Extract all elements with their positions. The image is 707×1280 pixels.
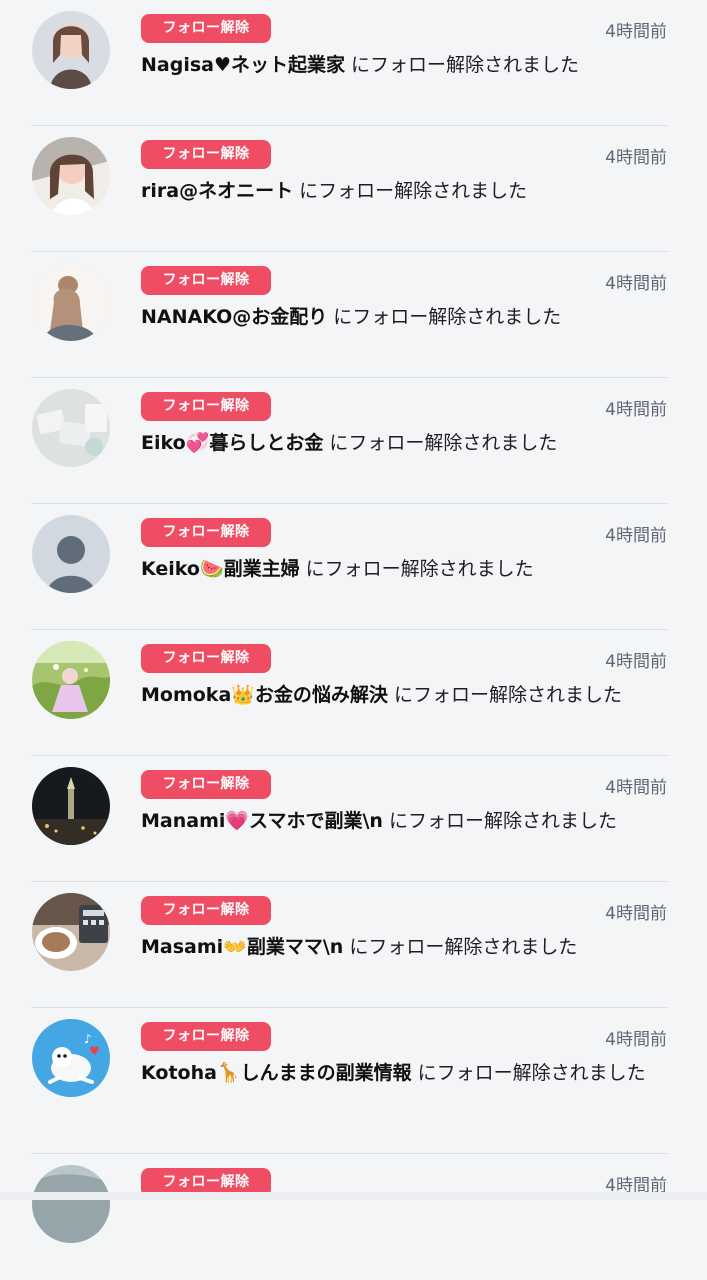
notification-message: Kotoha🦒しんままの副業情報 にフォロー解除されました — [141, 1058, 669, 1088]
timestamp: 4時間前 — [605, 148, 667, 168]
notification-message: Manami💗スマホで副業\n にフォロー解除されました — [141, 806, 669, 836]
notification-text: にフォロー解除されました — [411, 1062, 646, 1084]
notification-text: にフォロー解除されました — [345, 54, 580, 76]
status-badge: フォロー解除 — [141, 770, 271, 799]
notification-item[interactable]: フォロー解除 4時間前 Eiko💞暮らしとお金 にフォロー解除されました — [0, 378, 707, 504]
notification-message: NANAKO@お金配り にフォロー解除されました — [141, 302, 669, 332]
user-name[interactable]: Masami👐副業ママ\n — [141, 936, 343, 958]
notification-text: にフォロー解除されました — [343, 936, 578, 958]
notification-message: Nagisa♥ネット起業家 にフォロー解除されました — [141, 50, 669, 80]
status-badge: フォロー解除 — [141, 518, 271, 547]
status-badge: フォロー解除 — [141, 1022, 271, 1051]
status-badge: フォロー解除 — [141, 140, 271, 169]
avatar[interactable] — [32, 263, 110, 341]
notification-item[interactable]: フォロー解除 4時間前 Momoka👑お金の悩み解決 にフォロー解除されました — [0, 630, 707, 756]
timestamp: 4時間前 — [605, 22, 667, 42]
user-name[interactable]: Momoka👑お金の悩み解決 — [141, 684, 388, 706]
avatar[interactable] — [32, 1165, 110, 1243]
svg-text:♥: ♥ — [89, 1044, 100, 1058]
notification-item[interactable]: フォロー解除 4時間前 rira@ネオニート にフォロー解除されました — [0, 126, 707, 252]
user-name[interactable]: NANAKO@お金配り — [141, 306, 327, 328]
timestamp: 4時間前 — [605, 1030, 667, 1050]
avatar-photo — [32, 263, 110, 341]
notification-message: Keiko🍉副業主婦 にフォロー解除されました — [141, 554, 669, 584]
notification-item-partial[interactable]: フォロー解除 4時間前 — [0, 1154, 707, 1280]
avatar[interactable] — [32, 641, 110, 719]
avatar[interactable] — [32, 767, 110, 845]
notification-text: にフォロー解除されました — [323, 432, 558, 454]
notification-item[interactable]: フォロー解除 4時間前 Nagisa♥ネット起業家 にフォロー解除されました — [0, 0, 707, 126]
user-name[interactable]: Kotoha🦒しんままの副業情報 — [141, 1062, 412, 1084]
notification-item[interactable]: フォロー解除 4時間前 NANAKO@お金配り にフォロー解除されました — [0, 252, 707, 378]
timestamp: 4時間前 — [605, 904, 667, 924]
user-name[interactable]: Nagisa♥ネット起業家 — [141, 54, 345, 76]
notification-item[interactable]: フォロー解除 4時間前 Keiko🍉副業主婦 にフォロー解除されました — [0, 504, 707, 630]
timestamp: 4時間前 — [605, 778, 667, 798]
notification-message: rira@ネオニート にフォロー解除されました — [141, 176, 669, 206]
timestamp: 4時間前 — [605, 652, 667, 672]
avatar[interactable] — [32, 515, 110, 593]
avatar-photo — [32, 767, 110, 845]
status-badge: フォロー解除 — [141, 266, 271, 295]
user-name[interactable]: Eiko💞暮らしとお金 — [141, 432, 323, 454]
notification-text: にフォロー解除されました — [293, 180, 528, 202]
avatar[interactable] — [32, 893, 110, 971]
notification-message: Eiko💞暮らしとお金 にフォロー解除されました — [141, 428, 669, 458]
status-badge: フォロー解除 — [141, 14, 271, 43]
default-user-icon — [32, 515, 110, 593]
avatar-photo — [32, 11, 110, 89]
screen-bottom-edge — [0, 1192, 707, 1200]
notification-text: にフォロー解除されました — [387, 684, 622, 706]
notification-item[interactable]: フォロー解除 4時間前 Masami👐副業ママ\n にフォロー解除されました — [0, 882, 707, 1008]
status-badge: フォロー解除 — [141, 644, 271, 673]
avatar-photo — [32, 137, 110, 215]
avatar[interactable] — [32, 137, 110, 215]
notification-text: にフォロー解除されました — [382, 810, 617, 832]
avatar[interactable] — [32, 11, 110, 89]
notification-message: Momoka👑お金の悩み解決 にフォロー解除されました — [141, 680, 669, 710]
notification-item[interactable]: ♪ ♥ フォロー解除 4時間前 Kotoha🦒しんままの副業情報 にフォロー解除… — [0, 1008, 707, 1154]
avatar-photo — [32, 389, 110, 467]
notification-feed: フォロー解除 4時間前 Nagisa♥ネット起業家 にフォロー解除されました フ… — [0, 0, 707, 1280]
timestamp: 4時間前 — [605, 274, 667, 294]
status-badge: フォロー解除 — [141, 896, 271, 925]
notification-text: にフォロー解除されました — [327, 306, 562, 328]
user-name[interactable]: Keiko🍉副業主婦 — [141, 558, 300, 580]
avatar-photo: ♪ ♥ — [32, 1019, 110, 1097]
avatar-photo — [32, 893, 110, 971]
notification-item[interactable]: フォロー解除 4時間前 Manami💗スマホで副業\n にフォロー解除されました — [0, 756, 707, 882]
timestamp: 4時間前 — [605, 400, 667, 420]
notification-message: Masami👐副業ママ\n にフォロー解除されました — [141, 932, 669, 962]
avatar-photo — [32, 641, 110, 719]
user-name[interactable]: Manami💗スマホで副業\n — [141, 810, 383, 832]
avatar[interactable]: ♪ ♥ — [32, 1019, 110, 1097]
timestamp: 4時間前 — [605, 526, 667, 546]
notification-text: にフォロー解除されました — [299, 558, 534, 580]
avatar[interactable] — [32, 389, 110, 467]
status-badge: フォロー解除 — [141, 392, 271, 421]
avatar-photo — [32, 1165, 110, 1243]
user-name[interactable]: rira@ネオニート — [141, 180, 293, 202]
